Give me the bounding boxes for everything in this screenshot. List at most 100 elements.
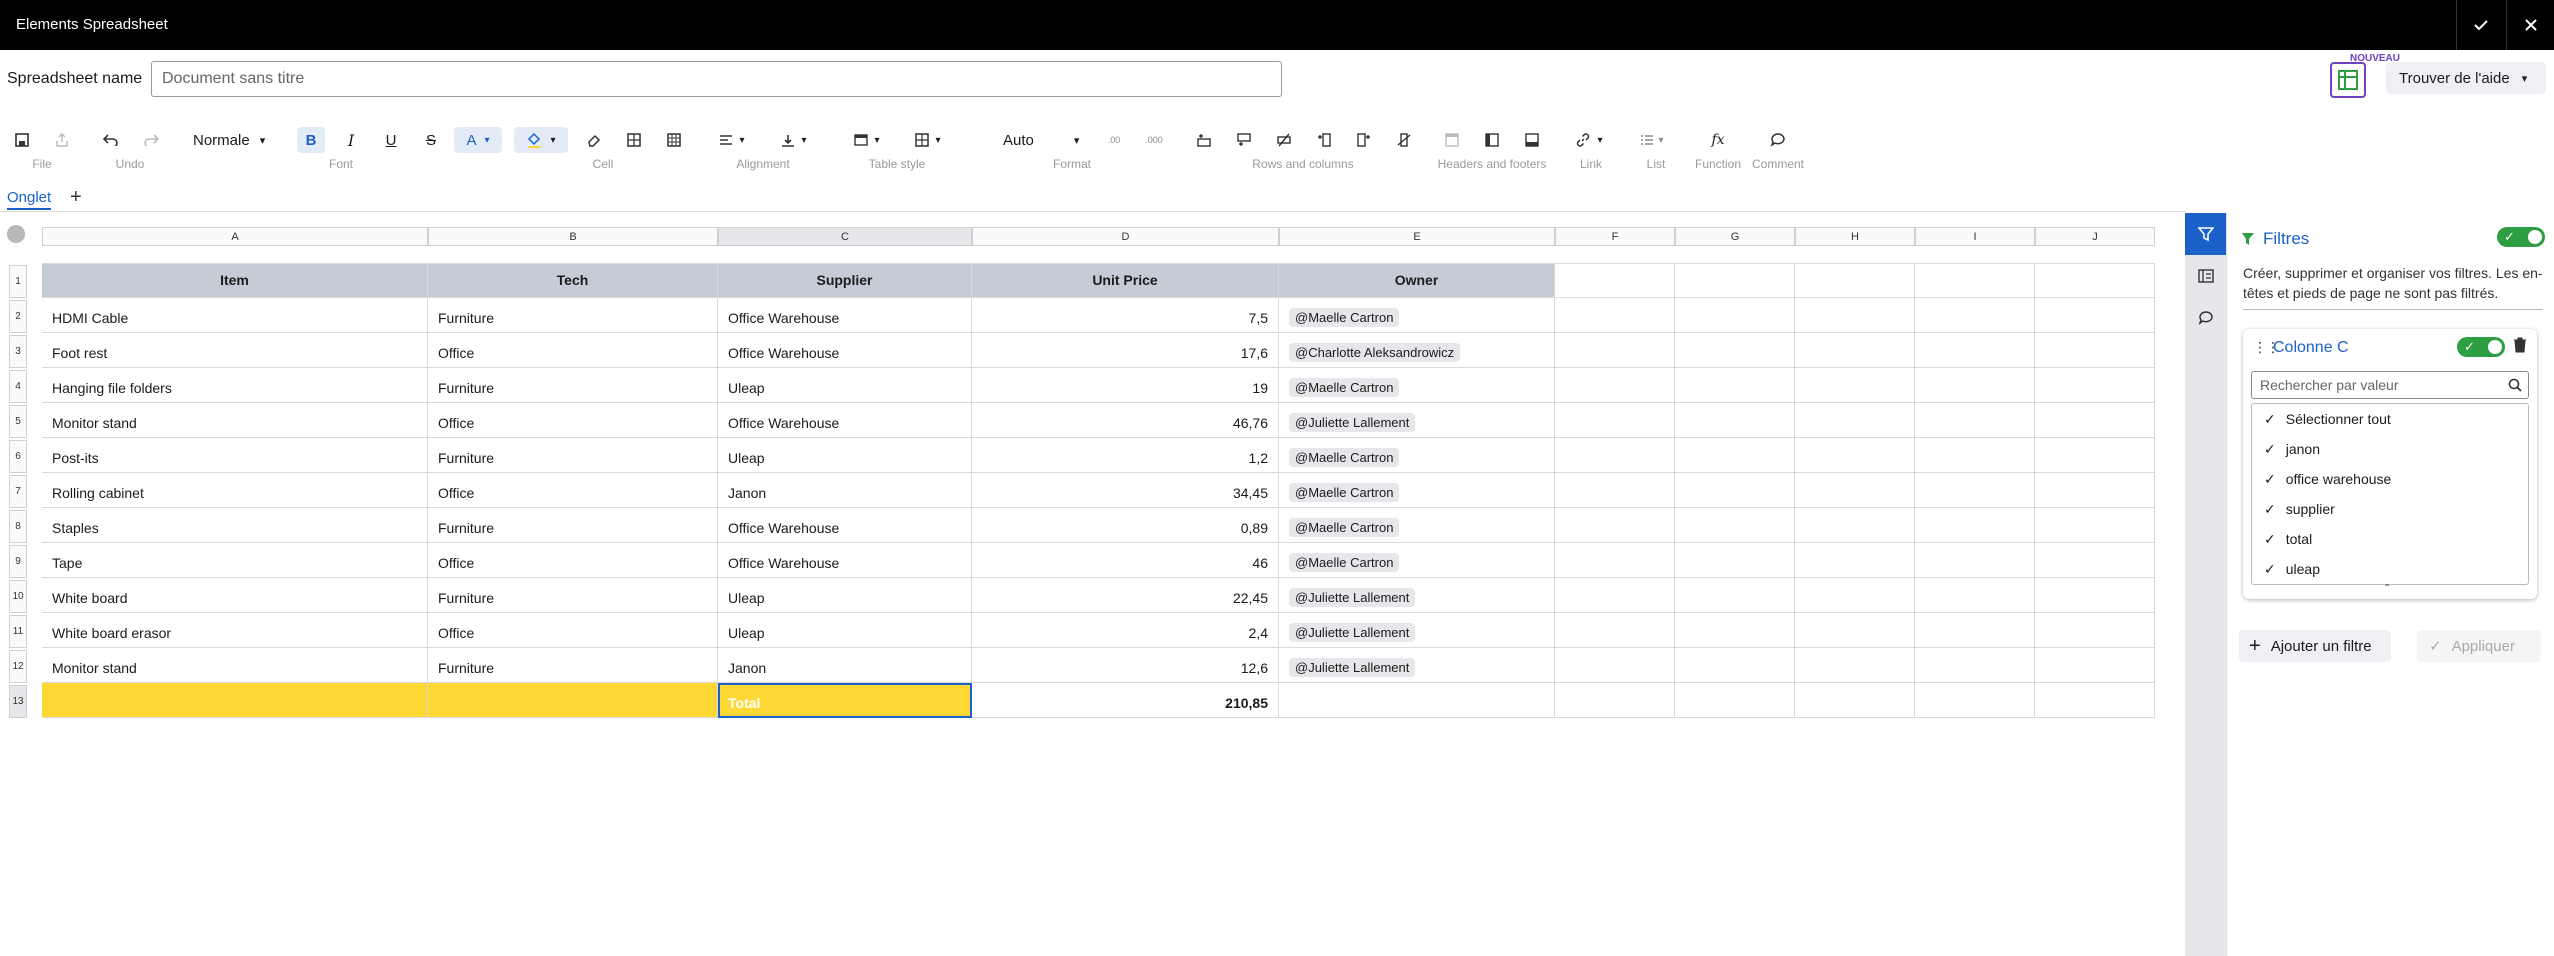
table-cell[interactable] bbox=[1915, 683, 2035, 718]
table-cell[interactable]: 34,45 bbox=[972, 473, 1279, 508]
table-cell[interactable]: Office Warehouse bbox=[718, 403, 972, 438]
table-cell[interactable] bbox=[1915, 333, 2035, 368]
table-cell[interactable]: Furniture bbox=[428, 438, 718, 473]
align-vertical-button[interactable]: ▾ bbox=[772, 127, 816, 153]
table-cell[interactable]: Office Warehouse bbox=[718, 508, 972, 543]
row-header[interactable]: 3 bbox=[9, 335, 27, 368]
table-cell[interactable]: @Maelle Cartron bbox=[1279, 543, 1555, 578]
table-cell[interactable] bbox=[1675, 683, 1795, 718]
user-mention-chip[interactable]: @Maelle Cartron bbox=[1289, 553, 1400, 572]
table-cell[interactable] bbox=[1915, 613, 2035, 648]
table-cell[interactable] bbox=[1795, 508, 1915, 543]
add-filter-button[interactable]: + Ajouter un filtre bbox=[2239, 630, 2391, 662]
column-header[interactable]: F bbox=[1555, 227, 1675, 246]
table-cell[interactable] bbox=[1795, 543, 1915, 578]
table-cell[interactable]: White board bbox=[42, 578, 428, 613]
add-tab-button[interactable]: + bbox=[70, 186, 82, 209]
merge-cells-button[interactable] bbox=[620, 127, 648, 153]
table-cell[interactable]: @Juliette Lallement bbox=[1279, 648, 1555, 683]
filters-toggle[interactable]: ✓ bbox=[2497, 227, 2545, 247]
table-cell[interactable]: Post-its bbox=[42, 438, 428, 473]
table-cell[interactable] bbox=[1915, 543, 2035, 578]
table-cell[interactable] bbox=[1795, 578, 1915, 613]
table-cell[interactable]: 1,2 bbox=[972, 438, 1279, 473]
column-title-cell[interactable]: Unit Price bbox=[972, 263, 1279, 298]
collapse-icon[interactable]: ⌃ bbox=[2383, 583, 2391, 594]
tab-onglet[interactable]: Onglet bbox=[7, 189, 52, 210]
table-cell[interactable] bbox=[1675, 403, 1795, 438]
table-cell[interactable] bbox=[1675, 263, 1795, 298]
user-mention-chip[interactable]: @Juliette Lallement bbox=[1289, 588, 1416, 607]
row-header[interactable]: 2 bbox=[9, 300, 27, 333]
table-cell[interactable] bbox=[1675, 543, 1795, 578]
table-cell[interactable] bbox=[1555, 648, 1675, 683]
table-cell[interactable]: 19 bbox=[972, 368, 1279, 403]
table-cell[interactable]: Hanging file folders bbox=[42, 368, 428, 403]
table-cell[interactable]: White board erasor bbox=[42, 613, 428, 648]
insert-row-above-button[interactable] bbox=[1190, 127, 1218, 153]
header-row-button[interactable] bbox=[1438, 127, 1466, 153]
table-cell[interactable]: Office bbox=[428, 403, 718, 438]
user-mention-chip[interactable]: @Juliette Lallement bbox=[1289, 413, 1416, 432]
table-cell[interactable] bbox=[1675, 368, 1795, 403]
table-cell[interactable]: Tape bbox=[42, 543, 428, 578]
table-cell[interactable] bbox=[1795, 648, 1915, 683]
row-header[interactable]: 9 bbox=[9, 545, 27, 578]
table-cell[interactable] bbox=[1795, 613, 1915, 648]
filter-option[interactable]: ✓ Sélectionner tout bbox=[2252, 404, 2528, 434]
split-cells-button[interactable] bbox=[660, 127, 688, 153]
table-cell[interactable] bbox=[1555, 263, 1675, 298]
table-style-button[interactable]: ▾ bbox=[846, 127, 888, 153]
table-cell[interactable] bbox=[1555, 298, 1675, 333]
table-cell[interactable] bbox=[1555, 613, 1675, 648]
table-cell[interactable] bbox=[2035, 438, 2155, 473]
user-mention-chip[interactable]: @Juliette Lallement bbox=[1289, 623, 1416, 642]
table-cell[interactable] bbox=[2035, 613, 2155, 648]
table-cell[interactable]: Foot rest bbox=[42, 333, 428, 368]
delete-row-button[interactable] bbox=[1270, 127, 1298, 153]
column-header[interactable]: A bbox=[42, 227, 428, 246]
insert-column-left-button[interactable] bbox=[1310, 127, 1338, 153]
column-title-cell[interactable]: Supplier bbox=[718, 263, 972, 298]
fill-color-button[interactable]: ▾ bbox=[514, 127, 568, 153]
user-mention-chip[interactable]: @Juliette Lallement bbox=[1289, 658, 1416, 677]
table-cell[interactable] bbox=[1279, 683, 1555, 718]
row-header[interactable]: 11 bbox=[9, 615, 27, 648]
table-cell[interactable] bbox=[1795, 683, 1915, 718]
user-mention-chip[interactable]: @Maelle Cartron bbox=[1289, 448, 1400, 467]
filters-tab[interactable] bbox=[2185, 213, 2226, 255]
redo-button[interactable] bbox=[137, 127, 165, 153]
filter-option[interactable]: ✓ supplier bbox=[2252, 494, 2528, 524]
table-cell[interactable] bbox=[1555, 683, 1675, 718]
table-cell[interactable] bbox=[1915, 368, 2035, 403]
table-cell[interactable]: 22,45 bbox=[972, 578, 1279, 613]
table-cell[interactable]: Furniture bbox=[428, 578, 718, 613]
table-cell[interactable]: Office bbox=[428, 613, 718, 648]
table-cell[interactable] bbox=[1675, 438, 1795, 473]
table-cell[interactable] bbox=[1555, 333, 1675, 368]
table-cell[interactable] bbox=[1675, 648, 1795, 683]
comment-button[interactable] bbox=[1764, 127, 1792, 153]
filter-option[interactable]: ✓ uleap bbox=[2252, 554, 2528, 584]
table-cell[interactable]: @Maelle Cartron bbox=[1279, 473, 1555, 508]
table-cell[interactable]: @Maelle Cartron bbox=[1279, 298, 1555, 333]
table-cell[interactable] bbox=[1555, 578, 1675, 613]
table-cell[interactable] bbox=[1555, 543, 1675, 578]
table-cell[interactable] bbox=[1675, 473, 1795, 508]
table-cell[interactable]: Uleap bbox=[718, 438, 972, 473]
column-title-cell[interactable]: Tech bbox=[428, 263, 718, 298]
table-cell[interactable] bbox=[1555, 473, 1675, 508]
table-cell[interactable] bbox=[1675, 333, 1795, 368]
bold-button[interactable]: B bbox=[297, 127, 325, 153]
table-cell[interactable] bbox=[1795, 403, 1915, 438]
table-cell[interactable] bbox=[1915, 578, 2035, 613]
increase-decimals-button[interactable]: .000 bbox=[1140, 127, 1168, 153]
table-cell[interactable] bbox=[2035, 298, 2155, 333]
column-header[interactable]: B bbox=[428, 227, 718, 246]
table-cell[interactable]: Office bbox=[428, 333, 718, 368]
borders-button[interactable]: ▾ bbox=[906, 127, 950, 153]
strikethrough-button[interactable]: S bbox=[417, 127, 445, 153]
table-cell[interactable]: @Charlotte Aleksandrowicz bbox=[1279, 333, 1555, 368]
total-label-cell[interactable]: Total bbox=[718, 683, 972, 718]
format-select[interactable]: Auto ▾ bbox=[1003, 127, 1079, 153]
